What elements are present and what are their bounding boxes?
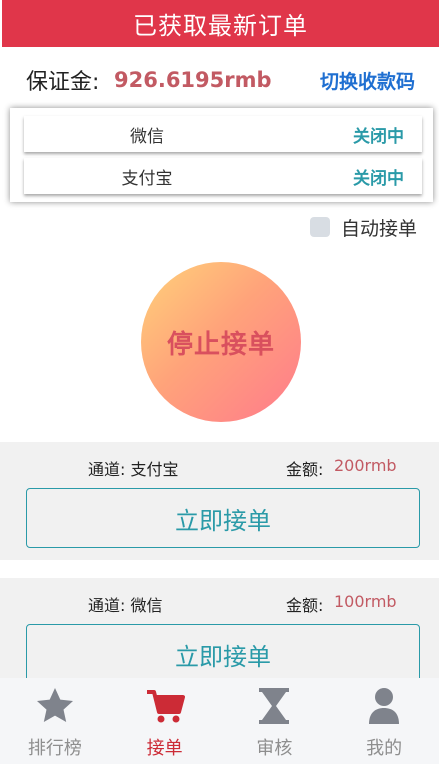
tab-orders[interactable]: 接单	[110, 678, 220, 764]
tab-review[interactable]: 审核	[220, 678, 330, 764]
order-channel: 通道: 支付宝	[88, 460, 179, 479]
star-icon	[36, 688, 73, 722]
tab-ranking[interactable]: 排行榜	[0, 678, 110, 764]
accept-order-button[interactable]: 立即接单	[26, 624, 420, 684]
payment-method-status[interactable]: 关闭中	[353, 122, 404, 147]
stop-accepting-button[interactable]: 停止接单	[141, 262, 301, 422]
payment-method-name: 支付宝	[121, 168, 173, 189]
switch-qrcode-link[interactable]: 切换收款码	[320, 67, 415, 94]
auto-accept-row[interactable]: 自动接单	[310, 214, 417, 240]
auto-accept-checkbox[interactable]	[310, 217, 330, 237]
order-amount: 200rmb	[334, 456, 397, 475]
payment-method-wechat[interactable]: 微信 关闭中	[24, 116, 422, 152]
header-bar: 已获取最新订单	[2, 0, 439, 47]
payment-method-name: 微信	[130, 126, 164, 147]
payment-method-status[interactable]: 关闭中	[353, 164, 404, 189]
order-card: 通道: 支付宝 金额: 200rmb 立即接单	[0, 442, 439, 560]
tab-label: 接单	[146, 738, 183, 759]
payment-methods-panel: 微信 关闭中 支付宝 关闭中	[10, 108, 433, 202]
order-amount-label: 金额:	[286, 596, 324, 615]
auto-accept-label: 自动接单	[341, 217, 418, 240]
cart-icon	[146, 690, 185, 723]
accept-order-button[interactable]: 立即接单	[26, 488, 420, 548]
deposit-label: 保证金:	[26, 70, 100, 95]
hourglass-icon	[259, 688, 290, 724]
stop-accepting-label: 停止接单	[166, 329, 275, 360]
order-info: 通道: 支付宝 金额: 200rmb	[0, 456, 439, 479]
bottom-tab-bar: 排行榜 接单 审核 我的	[0, 678, 439, 764]
page-title: 已获取最新订单	[133, 12, 308, 40]
order-amount: 100rmb	[334, 592, 397, 611]
user-icon	[369, 688, 400, 724]
deposit-value: 926.6195rmb	[114, 68, 272, 92]
order-info: 通道: 微信 金额: 100rmb	[0, 592, 439, 615]
tab-label: 排行榜	[27, 738, 82, 759]
tab-label: 审核	[256, 738, 293, 759]
payment-method-alipay[interactable]: 支付宝 关闭中	[24, 158, 422, 194]
deposit-row: 保证金: 926.6195rmb 切换收款码	[0, 60, 439, 100]
order-channel: 通道: 微信	[88, 596, 163, 615]
tab-mine[interactable]: 我的	[329, 678, 439, 764]
tab-label: 我的	[366, 738, 403, 759]
order-amount-label: 金额:	[286, 460, 324, 479]
